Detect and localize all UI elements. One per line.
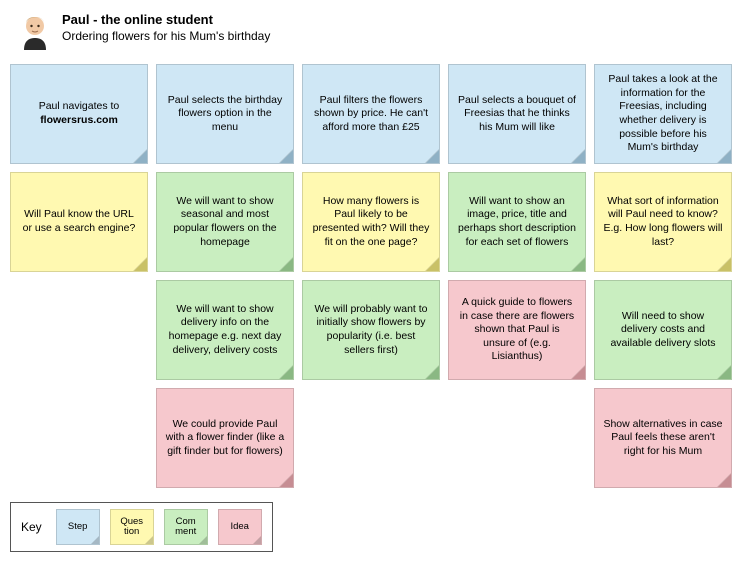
- note-question-info-needed[interactable]: What sort of information will Paul need …: [594, 172, 732, 272]
- legend-swatch-question: Ques tion: [110, 509, 154, 545]
- note-text: Will Paul know the URL or use a search e…: [19, 208, 139, 235]
- note-step-view-info[interactable]: Paul takes a look at the information for…: [594, 64, 732, 164]
- page-title: Paul - the online student: [62, 12, 270, 27]
- legend-swatch-comment: Com ment: [164, 509, 208, 545]
- note-text: Will want to show an image, price, title…: [457, 195, 577, 250]
- note-idea-flower-finder[interactable]: We could provide Paul with a flower find…: [156, 388, 294, 488]
- note-comment-delivery-costs[interactable]: Will need to show delivery costs and ava…: [594, 280, 732, 380]
- note-comment-popularity[interactable]: We will probably want to initially show …: [302, 280, 440, 380]
- note-question-count[interactable]: How many flowers is Paul likely to be pr…: [302, 172, 440, 272]
- note-text: We will want to show seasonal and most p…: [165, 195, 285, 250]
- note-step-navigate[interactable]: Paul navigates to flowersrus.com: [10, 64, 148, 164]
- note-step-select-menu[interactable]: Paul selects the birthday flowers option…: [156, 64, 294, 164]
- note-text: Show alternatives in case Paul feels the…: [603, 418, 723, 459]
- note-text: Paul selects a bouquet of Freesias that …: [457, 94, 577, 135]
- note-text-bold: flowersrus.com: [40, 114, 118, 126]
- persona-avatar: [18, 10, 52, 52]
- note-text: Paul selects the birthday flowers option…: [165, 94, 285, 135]
- note-text: We will want to show delivery info on th…: [165, 303, 285, 358]
- note-text: Paul filters the flowers shown by price.…: [311, 94, 431, 135]
- note-text: We will probably want to initially show …: [311, 303, 431, 358]
- note-step-filter-price[interactable]: Paul filters the flowers shown by price.…: [302, 64, 440, 164]
- note-text: Paul takes a look at the information for…: [603, 73, 723, 155]
- note-text: A quick guide to flowers in case there a…: [457, 296, 577, 364]
- note-idea-alternatives[interactable]: Show alternatives in case Paul feels the…: [594, 388, 732, 488]
- legend: Key Step Ques tion Com ment Idea: [10, 502, 273, 552]
- note-text: What sort of information will Paul need …: [603, 195, 723, 250]
- note-question-url[interactable]: Will Paul know the URL or use a search e…: [10, 172, 148, 272]
- note-text-part: Paul navigates to: [39, 100, 120, 112]
- note-idea-flower-guide[interactable]: A quick guide to flowers in case there a…: [448, 280, 586, 380]
- title-block: Paul - the online student Ordering flowe…: [62, 10, 270, 43]
- note-comment-seasonal[interactable]: We will want to show seasonal and most p…: [156, 172, 294, 272]
- storyboard-grid: Paul navigates to flowersrus.com Paul se…: [10, 64, 730, 488]
- legend-text: Ques tion: [120, 517, 143, 538]
- note-comment-product-card[interactable]: Will want to show an image, price, title…: [448, 172, 586, 272]
- page-subtitle: Ordering flowers for his Mum's birthday: [62, 29, 270, 43]
- note-comment-delivery-info[interactable]: We will want to show delivery info on th…: [156, 280, 294, 380]
- note-step-select-bouquet[interactable]: Paul selects a bouquet of Freesias that …: [448, 64, 586, 164]
- header: Paul - the online student Ordering flowe…: [10, 10, 730, 52]
- legend-label: Key: [21, 520, 42, 534]
- note-text: Paul navigates to flowersrus.com: [19, 100, 139, 127]
- note-text: Will need to show delivery costs and ava…: [603, 310, 723, 351]
- note-text: How many flowers is Paul likely to be pr…: [311, 195, 431, 250]
- legend-text: Com ment: [175, 517, 196, 538]
- legend-swatch-idea: Idea: [218, 509, 262, 545]
- legend-text: Step: [68, 522, 88, 532]
- note-text: We could provide Paul with a flower find…: [165, 418, 285, 459]
- legend-swatch-step: Step: [56, 509, 100, 545]
- legend-text: Idea: [230, 522, 249, 532]
